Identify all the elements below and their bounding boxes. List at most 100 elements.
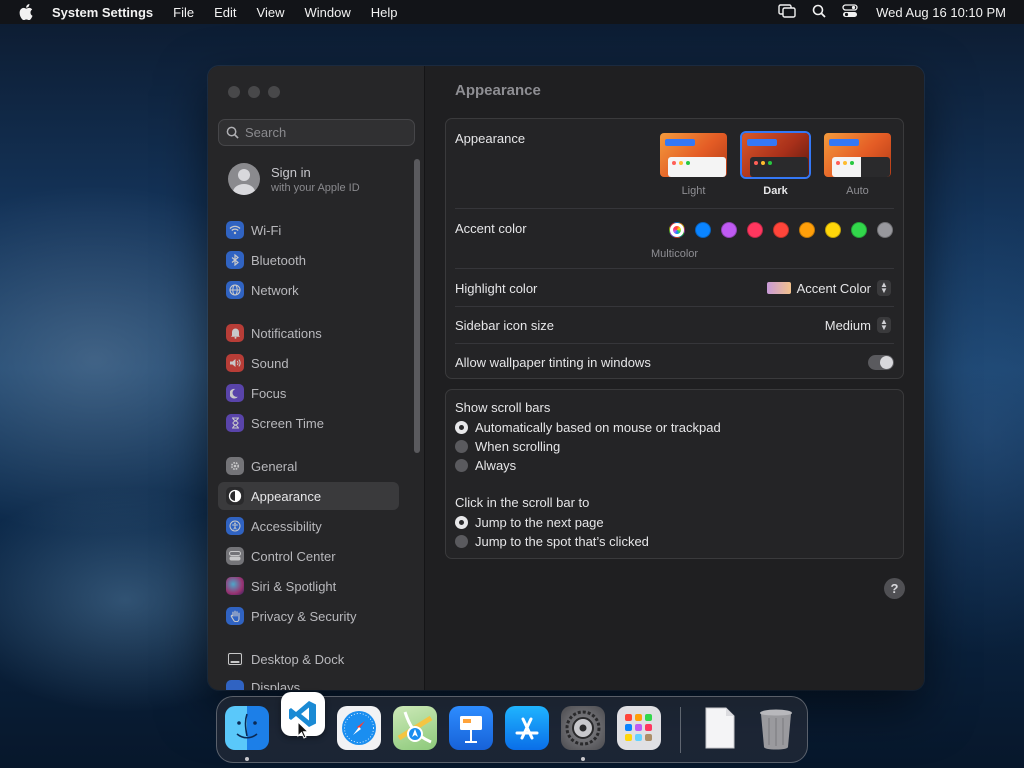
chevron-updown-icon: ▲ ▼: [877, 280, 891, 296]
scroll-bars-option-always[interactable]: Always: [455, 458, 516, 473]
mouse-cursor-icon: [297, 720, 310, 744]
sidebar-icon-size-popup[interactable]: Medium ▲ ▼: [825, 317, 891, 333]
menu-help[interactable]: Help: [361, 5, 408, 20]
search-field[interactable]: Search: [218, 119, 415, 146]
appearance-label: Appearance: [455, 131, 526, 146]
appearance-option-auto[interactable]: Auto: [822, 131, 893, 197]
sidebar-item-label: Appearance: [251, 488, 322, 504]
document-icon[interactable]: [698, 706, 742, 750]
sidebar-item-bluetooth[interactable]: Bluetooth: [218, 246, 399, 274]
search-icon[interactable]: [812, 4, 826, 21]
sidebar-icon-size-value: Medium: [824, 317, 871, 333]
menu-app-name[interactable]: System Settings: [44, 5, 163, 20]
finder-icon[interactable]: [225, 706, 269, 750]
sidebar-item-screen-time[interactable]: Screen Time: [218, 409, 399, 437]
sidebar-item-appearance[interactable]: Appearance: [218, 482, 399, 510]
accent-swatch-yellow[interactable]: [825, 222, 841, 238]
zoom-button[interactable]: [268, 86, 280, 98]
keynote-icon[interactable]: [449, 706, 493, 750]
avatar: [228, 163, 260, 195]
control-center-icon[interactable]: [842, 3, 858, 21]
radio-label: Jump to the next page: [475, 515, 604, 530]
divider: [455, 268, 894, 269]
sidebar-item-general[interactable]: General: [218, 452, 399, 480]
click-scroll-bar-label: Click in the scroll bar to: [455, 495, 590, 510]
radio-button[interactable]: [455, 459, 468, 472]
globe-icon: [226, 281, 244, 299]
appearance-icon: [226, 487, 244, 505]
sidebar-item-label: Desktop & Dock: [251, 651, 345, 667]
accessibility-icon: [226, 517, 244, 535]
menu-window[interactable]: Window: [294, 5, 360, 20]
dock: [216, 692, 808, 763]
scroll-click-option-spot[interactable]: Jump to the spot that’s clicked: [455, 534, 649, 549]
sidebar-item-control-center[interactable]: Control Center: [218, 542, 399, 570]
appearance-option-dark[interactable]: Dark: [740, 131, 811, 197]
scroll-bars-option-auto[interactable]: Automatically based on mouse or trackpad: [455, 420, 721, 435]
appearance-option-label: Dark: [763, 185, 788, 197]
sidebar-item-privacy-security[interactable]: Privacy & Security: [218, 602, 399, 630]
signin-title: Sign in: [271, 164, 311, 180]
menu-bar-clock[interactable]: Wed Aug 16 10:10 PM: [876, 5, 1006, 20]
running-indicator: [245, 757, 249, 761]
chevron-updown-icon: ▲ ▼: [877, 317, 891, 333]
sidebar-item-label: Siri & Spotlight: [251, 578, 337, 594]
sidebar-item-siri-spotlight[interactable]: Siri & Spotlight: [218, 572, 399, 600]
sidebar-scrollbar[interactable]: [414, 159, 420, 453]
screen-mirroring-icon[interactable]: [778, 3, 796, 21]
page-title: Appearance: [455, 82, 541, 99]
accent-swatch-red[interactable]: [773, 222, 789, 238]
trash-icon[interactable]: [754, 706, 798, 750]
radio-button[interactable]: [455, 421, 468, 434]
scroll-bars-option-scrolling[interactable]: When scrolling: [455, 439, 560, 454]
show-scroll-bars-label: Show scroll bars: [455, 400, 551, 415]
apple-id-signin[interactable]: Sign in with your Apple ID: [228, 163, 360, 195]
radio-label: When scrolling: [475, 439, 561, 454]
sidebar-item-displays[interactable]: Displays: [218, 675, 399, 690]
radio-label: Jump to the spot that’s clicked: [475, 534, 649, 549]
window-controls: [228, 86, 280, 98]
accent-caption: Multicolor: [651, 248, 699, 260]
sidebar-item-accessibility[interactable]: Accessibility: [218, 512, 399, 540]
accent-swatch-green[interactable]: [851, 222, 867, 238]
menu-bar: System Settings File Edit View Window He…: [0, 0, 1024, 24]
scroll-click-option-next-page[interactable]: Jump to the next page: [455, 515, 604, 530]
accent-swatch-multicolor[interactable]: [669, 222, 685, 238]
siri-icon: [226, 577, 244, 595]
system-settings-icon[interactable]: [561, 706, 605, 750]
wallpaper-tinting-toggle[interactable]: [868, 355, 894, 370]
sidebar-item-notifications[interactable]: Notifications: [218, 319, 399, 347]
menu-view[interactable]: View: [247, 5, 295, 20]
menu-file[interactable]: File: [163, 5, 204, 20]
maps-icon[interactable]: [393, 706, 437, 750]
sidebar-icon-size-label: Sidebar icon size: [455, 318, 554, 333]
accent-swatch-blue[interactable]: [695, 222, 711, 238]
sidebar-item-network[interactable]: Network: [218, 276, 399, 304]
radio-button[interactable]: [455, 535, 468, 548]
apple-logo-icon[interactable]: [8, 4, 44, 20]
launchpad-icon[interactable]: [617, 706, 661, 750]
highlight-color-popup[interactable]: Accent Color ▲ ▼: [766, 280, 891, 296]
sidebar-item-desktop-dock[interactable]: Desktop & Dock: [218, 645, 399, 673]
accent-swatch-purple[interactable]: [721, 222, 737, 238]
sidebar-item-label: Wi-Fi: [251, 222, 282, 238]
sidebar-item-sound[interactable]: Sound: [218, 349, 399, 377]
menu-edit[interactable]: Edit: [204, 5, 246, 20]
close-button[interactable]: [228, 86, 240, 98]
control-center-icon: [226, 547, 244, 565]
radio-button[interactable]: [455, 440, 468, 453]
dark-mode-preview: [740, 131, 811, 179]
safari-icon[interactable]: [337, 706, 381, 750]
radio-button[interactable]: [455, 516, 468, 529]
app-store-icon[interactable]: [505, 706, 549, 750]
sidebar-item-focus[interactable]: Focus: [218, 379, 399, 407]
accent-swatch-pink[interactable]: [747, 222, 763, 238]
dock-icon: [226, 650, 244, 668]
minimize-button[interactable]: [248, 86, 260, 98]
sidebar-item-wifi[interactable]: Wi-Fi: [218, 216, 399, 244]
help-button[interactable]: ?: [884, 578, 905, 599]
accent-swatch-orange[interactable]: [799, 222, 815, 238]
accent-swatch-graphite[interactable]: [877, 222, 893, 238]
appearance-option-light[interactable]: Light: [658, 131, 729, 197]
wifi-icon: [226, 221, 244, 239]
